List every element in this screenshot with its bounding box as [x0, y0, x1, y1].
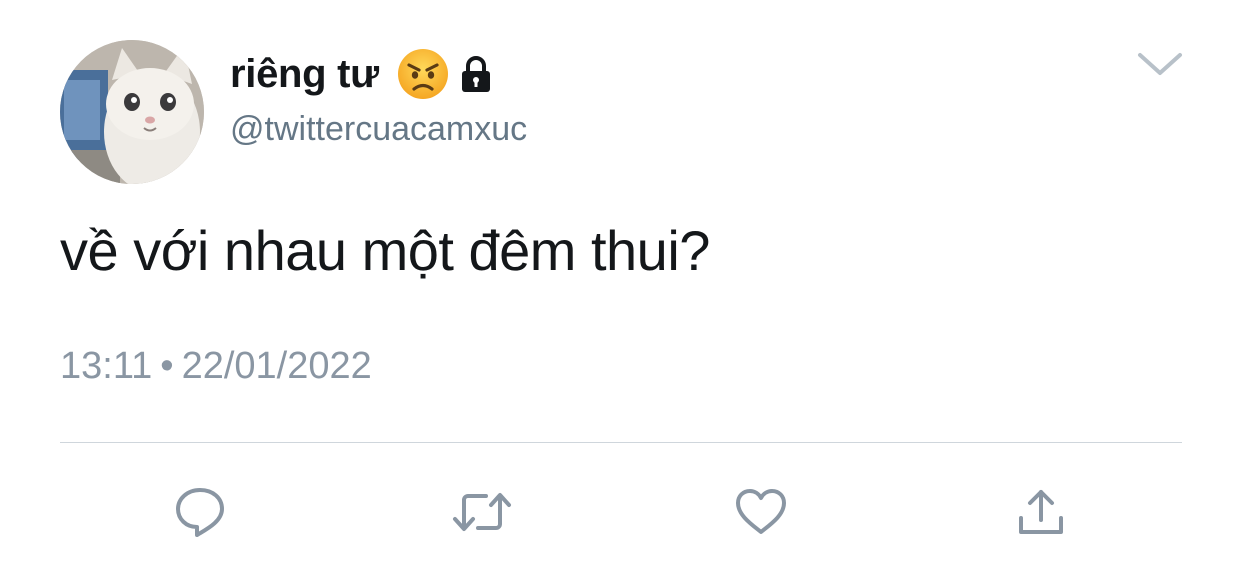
lock-icon [459, 55, 493, 93]
avatar[interactable] [60, 40, 204, 184]
share-icon [1019, 490, 1063, 534]
tweet-text: về với nhau một đêm thui? [60, 219, 710, 282]
heart-icon [736, 489, 786, 534]
retweet-button[interactable] [452, 482, 512, 542]
reply-icon [176, 488, 224, 537]
user-handle[interactable]: @twittercuacamxuc [230, 110, 527, 149]
display-name-row: riêng tư [230, 44, 493, 104]
tweet-menu-button[interactable] [1132, 44, 1188, 84]
angry-face-icon [397, 48, 449, 100]
display-name[interactable]: riêng tư [230, 52, 379, 97]
tweet-time: 13:11 [60, 345, 153, 387]
meta-separator: • [160, 345, 174, 387]
tweet-timestamp[interactable]: 13:11 • 22/01/2022 [60, 345, 372, 388]
cat-avatar-image [60, 40, 204, 184]
tweet-date: 22/01/2022 [181, 345, 372, 387]
share-button[interactable] [1011, 482, 1071, 542]
divider [60, 442, 1182, 443]
reply-button[interactable] [170, 482, 230, 542]
like-button[interactable] [731, 482, 791, 542]
chevron-down-icon [1138, 53, 1182, 75]
retweet-icon [453, 493, 511, 531]
tweet-card: riêng tư @twittercuacamxuc về với nhau m… [0, 0, 1242, 575]
